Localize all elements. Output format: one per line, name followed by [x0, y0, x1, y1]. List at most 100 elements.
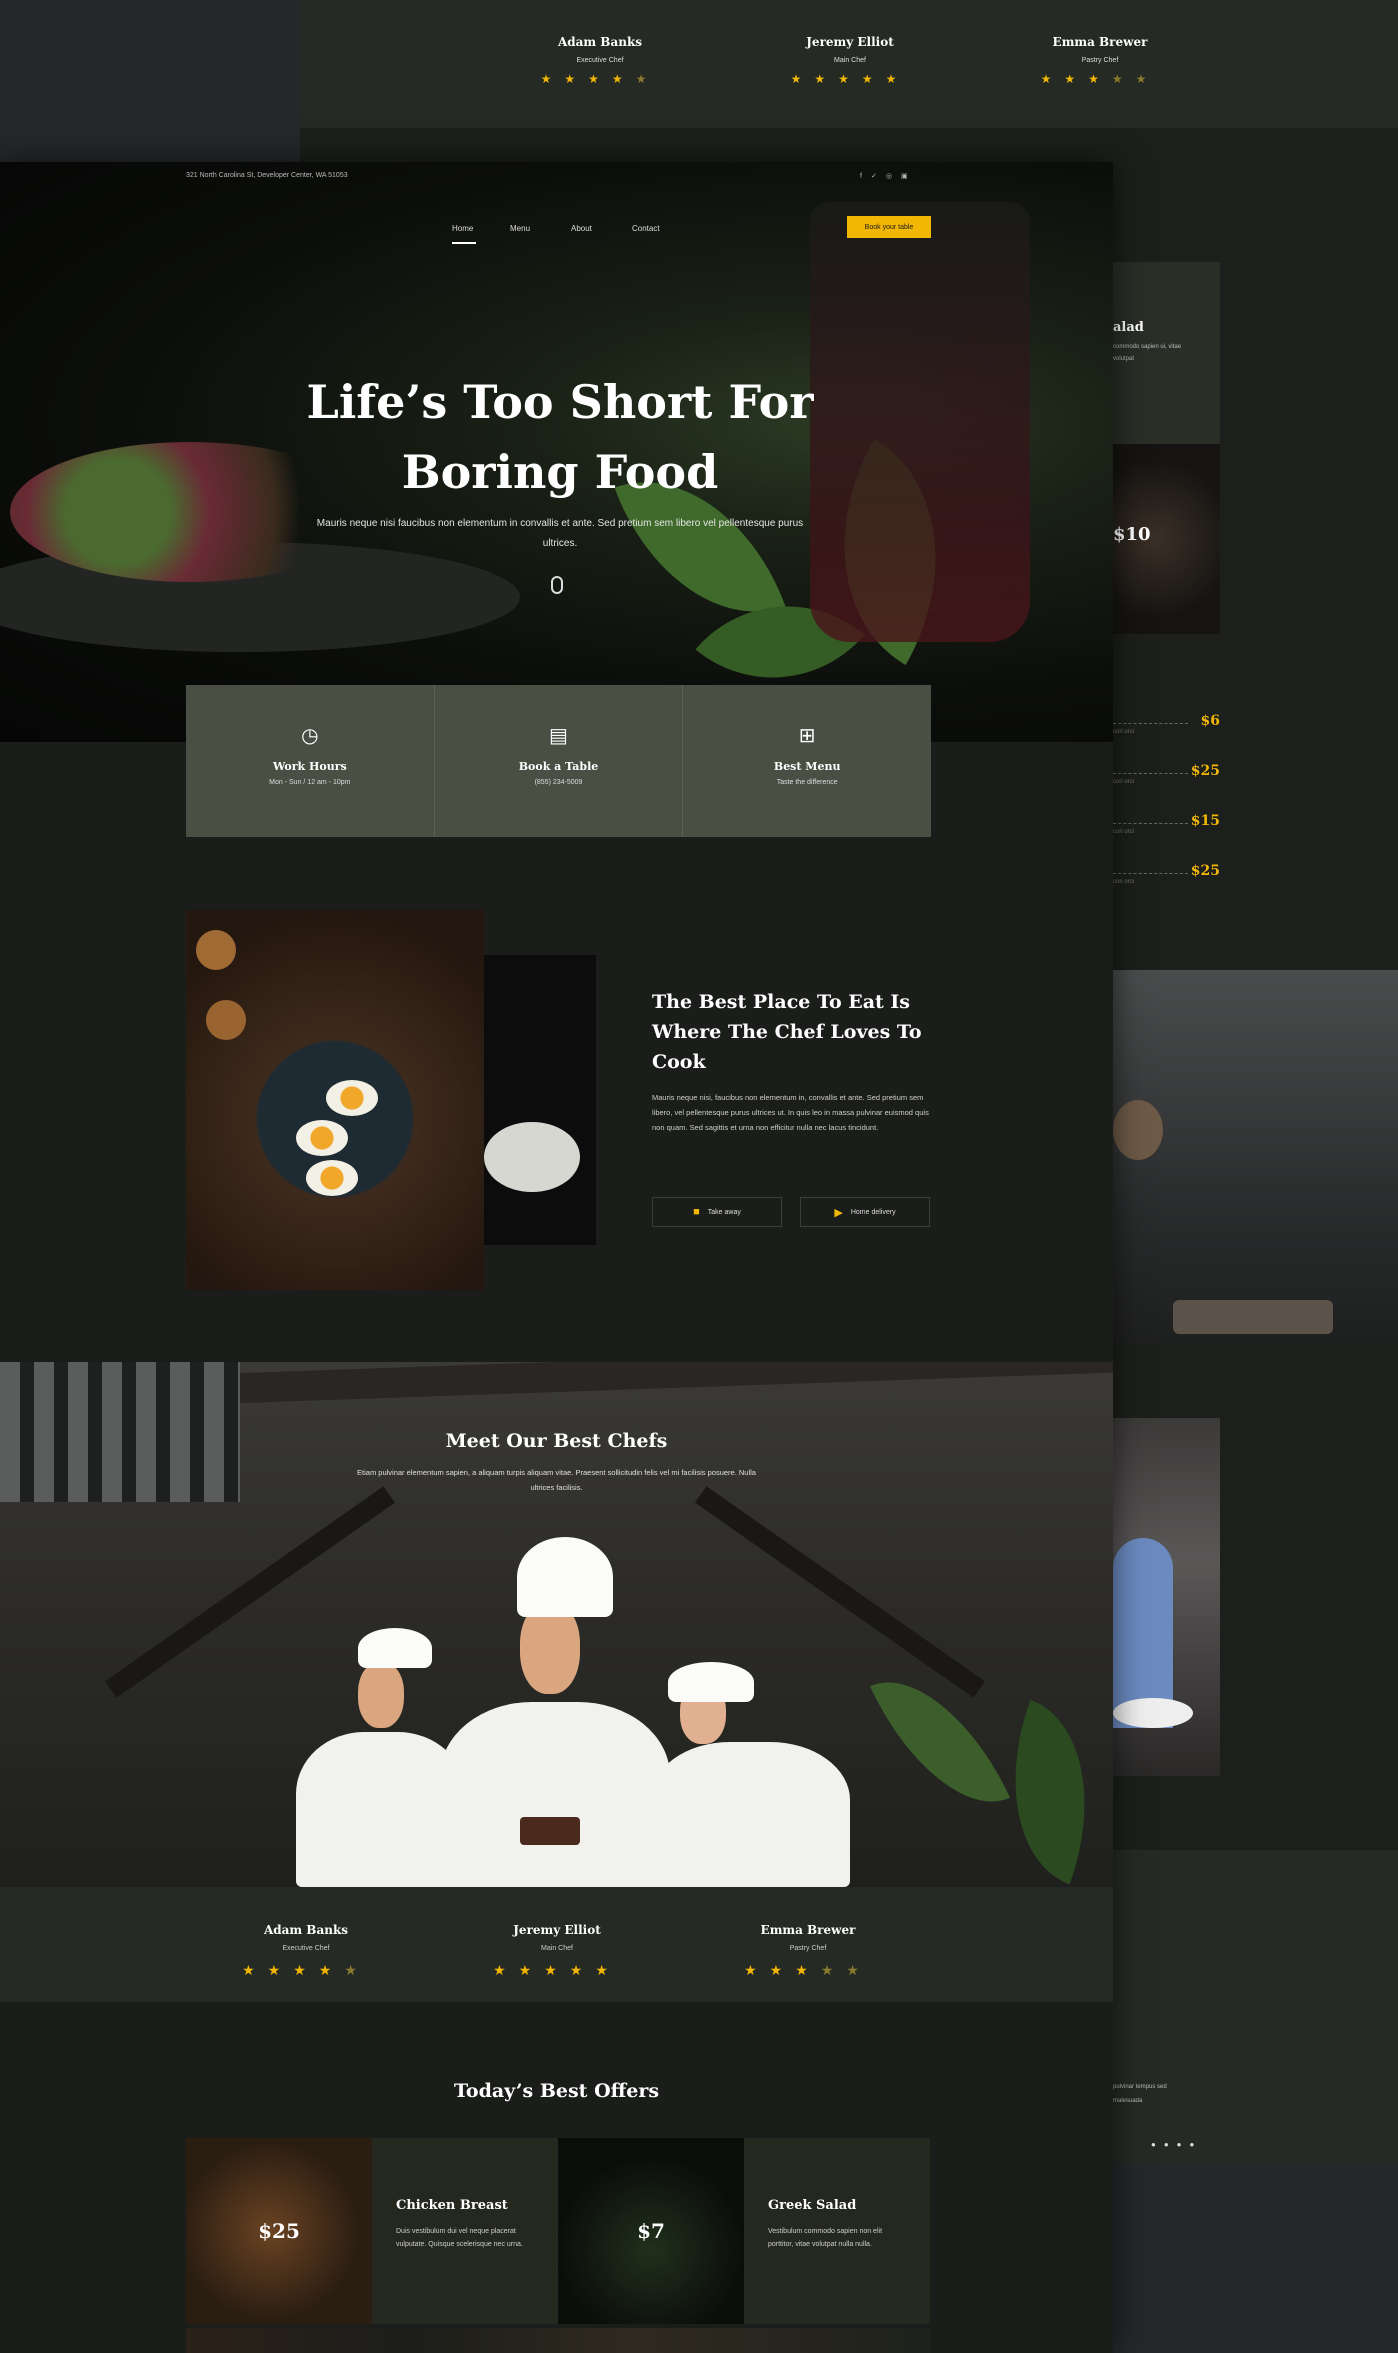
- rating-stars: ★★★★★: [242, 1962, 370, 1978]
- bg-chef-role: Pastry Chef: [1081, 57, 1119, 64]
- about-main-image: [186, 910, 484, 1290]
- offer-price: $25: [258, 2219, 300, 2243]
- facebook-icon[interactable]: f: [860, 173, 871, 180]
- price: $15: [1190, 813, 1220, 829]
- info-best-menu: ⊞ Best Menu Taste the difference: [683, 685, 931, 837]
- social-icons: f✓◎▣: [860, 172, 917, 180]
- address-text: 321 North Carolina St, Developer Center,…: [186, 172, 348, 179]
- offers-title: Today’s Best Offers: [453, 2080, 660, 2102]
- book-table-button[interactable]: Book your table: [847, 216, 931, 238]
- chef-card: Jeremy Elliot Main Chef ★★★★★: [457, 1923, 657, 1979]
- bg-chef-role: Main Chef: [834, 57, 866, 64]
- hero-title-line1: Life’s Too Short For: [306, 375, 814, 429]
- home-delivery-button[interactable]: ▶ Home delivery: [800, 1197, 930, 1227]
- offer-image-salad[interactable]: $7: [558, 2138, 744, 2324]
- egg-decoration: [326, 1080, 378, 1116]
- offer-card[interactable]: Greek Salad Vestibulum commodo sapien no…: [744, 2138, 930, 2324]
- chef-hat: [517, 1537, 613, 1617]
- bag-icon: ■: [693, 1206, 700, 1218]
- offer-desc: Duis vestibulum dui vel neque placerat v…: [396, 2228, 523, 2248]
- egg-decoration: [306, 1160, 358, 1196]
- bg-food-image: $10: [1113, 444, 1220, 634]
- egg-decoration: [296, 1120, 348, 1156]
- bg-price-row: $25 cori orci: [1113, 755, 1220, 785]
- offer-image-chicken[interactable]: $25: [186, 2138, 372, 2324]
- offer-desc: Vestibulum commodo sapien non elit portt…: [768, 2228, 883, 2248]
- chef-hat: [358, 1628, 432, 1668]
- bg-salad-card: alad commodo sapien ui, vitae volutpat: [1113, 262, 1220, 444]
- white-plate-image: [484, 1122, 580, 1192]
- chef-hat: [668, 1662, 754, 1702]
- take-away-button[interactable]: ■ Take away: [652, 1197, 782, 1227]
- bg-footer-text: pulvinar tempus sed malesuada: [1113, 2084, 1167, 2104]
- take-away-label: Take away: [707, 1208, 741, 1216]
- chef-card: Adam Banks Executive Chef ★★★★★: [206, 1923, 406, 1979]
- rating-stars: ★★★★★: [1040, 72, 1160, 86]
- home-delivery-label: Home delivery: [850, 1208, 896, 1216]
- offer-name: Greek Salad: [768, 2198, 857, 2213]
- bg-salad-text: commodo sapien ui, vitae volutpat: [1113, 344, 1182, 362]
- cookie-decoration: [196, 930, 236, 970]
- offer-price: $7: [637, 2219, 665, 2243]
- hero-subtitle: Mauris neque nisi faucibus non elementum…: [316, 518, 804, 549]
- price: $25: [1190, 863, 1220, 879]
- nav-home[interactable]: Home: [452, 224, 473, 233]
- youtube-icon[interactable]: ▣: [901, 173, 917, 180]
- chefs-section-subtitle: Etiam pulvinar elementum sapien, a aliqu…: [357, 1468, 756, 1492]
- bg-chef-card: Adam Banks Executive Chef ★★★★★: [510, 35, 690, 86]
- price-sub: cori orci: [1113, 729, 1135, 735]
- bg-chef-card: Emma Brewer Pastry Chef ★★★★★: [1010, 35, 1190, 86]
- about-text: Mauris neque nisi, faucibus non elementu…: [652, 1093, 929, 1132]
- hero-title: Life’s Too Short For Boring Food: [240, 367, 880, 507]
- info-strip: ◷ Work Hours Mon - Sun / 12 am - 10pm ▤ …: [186, 685, 931, 837]
- hero-title-line2: Boring Food: [401, 445, 719, 499]
- offer-card[interactable]: Chicken Breast Duis vestibulum dui vel n…: [372, 2138, 558, 2324]
- nav-active-underline: [452, 242, 476, 244]
- chef-body: [650, 1742, 850, 1887]
- clipboard-icon: ⊞: [798, 725, 816, 747]
- menu-book-icon: ▤: [549, 725, 568, 747]
- price: $6: [1200, 713, 1220, 729]
- bg-footer-social-icons: ●●●●: [1151, 2140, 1203, 2149]
- bg-price-10: $10: [1113, 524, 1151, 545]
- mouse-scroll-icon[interactable]: [551, 576, 563, 594]
- nav-contact[interactable]: Contact: [632, 224, 660, 233]
- twitter-icon[interactable]: ✓: [871, 173, 886, 180]
- info-sub: (855) 234-5009: [534, 779, 583, 786]
- about-title: The Best Place To Eat Is Where The Chef …: [652, 991, 922, 1073]
- info-sub: Mon - Sun / 12 am - 10pm: [269, 779, 351, 786]
- cake-decoration: [520, 1817, 580, 1845]
- truck-icon: ▶: [834, 1206, 843, 1219]
- price: $25: [1190, 763, 1220, 779]
- bg-kitchen-image: [1113, 970, 1398, 1345]
- info-sub: Taste the difference: [776, 779, 838, 786]
- info-title: Best Menu: [773, 760, 841, 773]
- rating-stars: ★★★★★: [744, 1962, 872, 1978]
- instagram-icon[interactable]: ◎: [886, 173, 901, 180]
- bg-chef-card: Jeremy Elliot Main Chef ★★★★★: [760, 35, 940, 86]
- bg-price-row: $15 cori orci: [1113, 805, 1220, 835]
- hero-section: 321 North Carolina St, Developer Center,…: [0, 162, 1113, 742]
- bg-chef-cards: Adam Banks Executive Chef ★★★★★ Jeremy E…: [300, 0, 1398, 128]
- offers-next-row: [186, 2328, 931, 2353]
- about-secondary-image: [484, 955, 596, 1245]
- chef-name: Jeremy Elliot: [513, 1923, 601, 1937]
- bg-chef-name: Emma Brewer: [1052, 35, 1148, 49]
- info-book-table: ▤ Book a Table (855) 234-5009: [435, 685, 684, 837]
- bg-footer: pulvinar tempus sed malesuada ●●●●: [1113, 1850, 1398, 2165]
- price-sub: cori orci: [1113, 879, 1135, 885]
- nav-about[interactable]: About: [571, 224, 592, 233]
- bg-diner-image: [1113, 1418, 1220, 1776]
- rating-stars: ★★★★★: [540, 72, 660, 86]
- bg-price-row: $25 cori orci: [1113, 855, 1220, 885]
- bg-price-row: $6 cori orci: [1113, 705, 1220, 735]
- roof-decoration: [105, 1486, 395, 1698]
- info-title: Book a Table: [518, 760, 599, 773]
- bg-chef-role: Executive Chef: [576, 57, 624, 64]
- clock-icon: ◷: [301, 725, 319, 747]
- nav-menu[interactable]: Menu: [510, 224, 530, 233]
- info-work-hours: ◷ Work Hours Mon - Sun / 12 am - 10pm: [186, 685, 435, 837]
- chef-name: Adam Banks: [263, 1923, 349, 1937]
- chef-face: [358, 1662, 404, 1728]
- chefs-section-title: Meet Our Best Chefs: [445, 1430, 668, 1452]
